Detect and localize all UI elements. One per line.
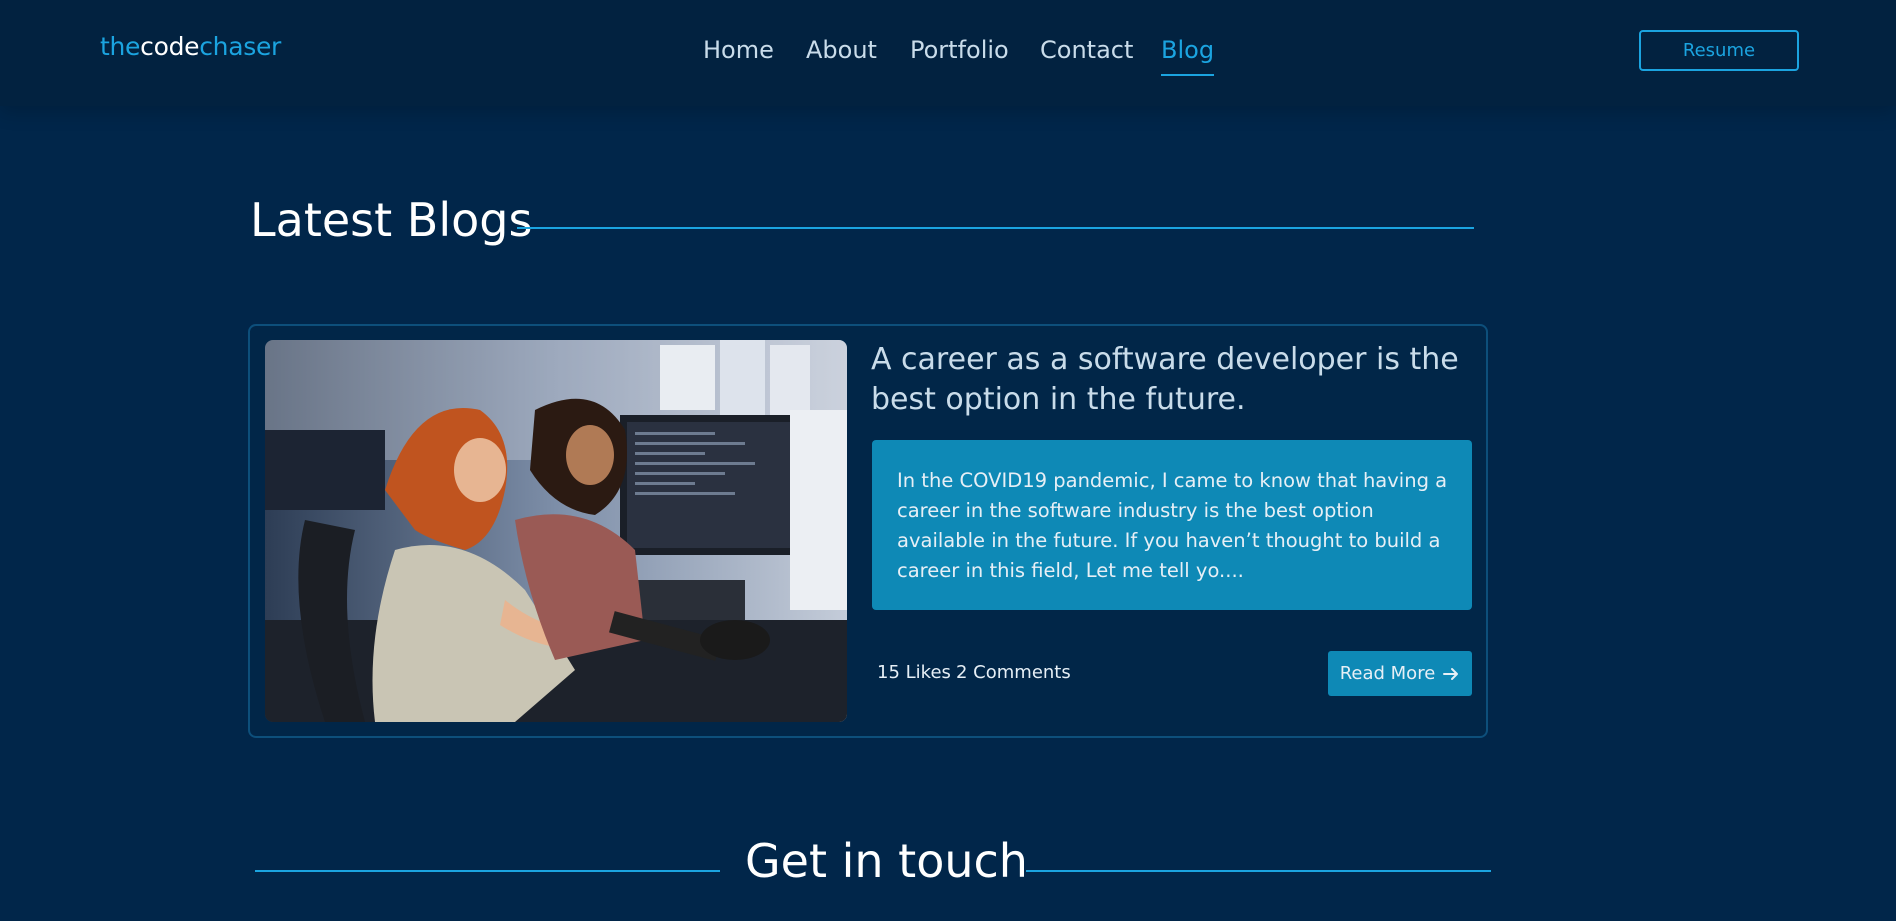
read-more-label: Read More bbox=[1339, 663, 1436, 684]
contact-divider-left bbox=[255, 870, 720, 872]
latest-blogs-heading: Latest Blogs bbox=[250, 193, 533, 247]
contact-heading: Get in touch bbox=[745, 834, 1028, 888]
active-nav-underline bbox=[1161, 74, 1215, 76]
nav-item-contact[interactable]: Contact bbox=[1040, 36, 1133, 64]
blog-post-image[interactable] bbox=[265, 340, 847, 722]
nav-item-blog[interactable]: Blog bbox=[1161, 36, 1215, 76]
read-more-button[interactable]: Read More bbox=[1328, 651, 1472, 696]
blog-post-title[interactable]: A career as a software developer is the … bbox=[871, 340, 1471, 420]
nav-item-blog-label: Blog bbox=[1161, 36, 1215, 64]
nav-item-portfolio[interactable]: Portfolio bbox=[910, 36, 1009, 64]
main-nav: Home About Portfolio Contact Blog bbox=[0, 36, 1896, 80]
contact-divider-right bbox=[1026, 870, 1491, 872]
arrow-right-icon bbox=[1443, 667, 1459, 680]
blog-post-comments[interactable]: 2 Comments bbox=[956, 662, 1071, 683]
latest-blogs-divider bbox=[517, 227, 1474, 229]
blog-post-likes[interactable]: 15 Likes bbox=[877, 662, 951, 683]
nav-item-home[interactable]: Home bbox=[703, 36, 774, 64]
navbar: thecodechaser Home About Portfolio Conta… bbox=[0, 0, 1896, 106]
blog-post-excerpt-box: In the COVID19 pandemic, I came to know … bbox=[872, 440, 1472, 610]
resume-button[interactable]: Resume bbox=[1639, 30, 1799, 71]
nav-item-about[interactable]: About bbox=[806, 36, 877, 64]
blog-post-excerpt: In the COVID19 pandemic, I came to know … bbox=[897, 469, 1448, 582]
